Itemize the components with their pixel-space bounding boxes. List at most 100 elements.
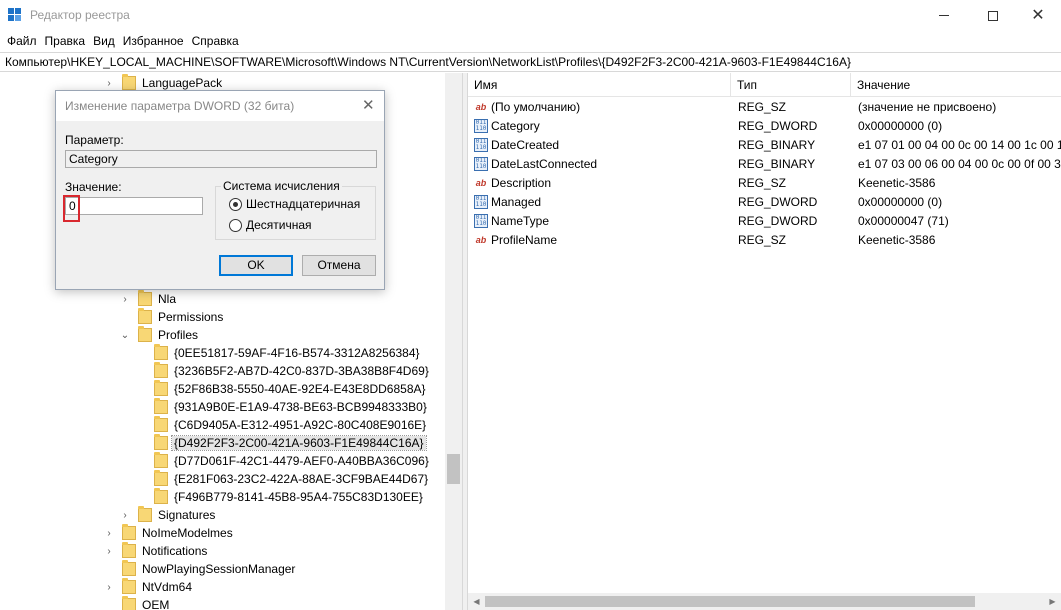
value-data: 0x00000000 (0) — [858, 195, 943, 209]
chevron-right-icon[interactable]: › — [120, 510, 130, 521]
folder-icon — [122, 524, 136, 540]
value-name: Managed — [491, 195, 542, 209]
tree-item-nla[interactable]: › Nla — [120, 290, 178, 308]
string-value-icon: ab — [475, 178, 487, 188]
column-header-name[interactable]: Имя — [468, 73, 731, 97]
value-row[interactable]: ab (По умолчанию) REG_SZ (значение не пр… — [468, 98, 1061, 117]
tree-item-profiles[interactable]: ⌄ Profiles — [120, 326, 200, 344]
value-name: DateLastConnected — [491, 157, 598, 171]
menu-file[interactable]: Файл — [3, 34, 41, 48]
value-row[interactable]: 011 110 DateLastConnected REG_BINARY e1 0… — [468, 155, 1061, 174]
tree-item-profile-key[interactable]: {E281F063-23C2-422A-88AE-3CF9BAE44D67} — [136, 470, 430, 488]
radio-unchecked-icon — [229, 218, 242, 232]
values-list[interactable]: Имя Тип Значение ab (По умолчанию) REG_S… — [468, 73, 1061, 610]
tree-item-profile-key[interactable]: {D77D061F-42C1-4479-AEF0-A40BBA36C096} — [136, 452, 431, 470]
tree-item-profile-key[interactable]: {0EE51817-59AF-4F16-B574-3312A8256384} — [136, 344, 422, 362]
value-type: REG_BINARY — [738, 138, 816, 152]
tree-item-profile-key[interactable]: {52F86B38-5550-40AE-92E4-E43E8DD6858A} — [136, 380, 428, 398]
string-value-icon: ab — [475, 235, 487, 245]
chevron-down-icon[interactable]: ⌄ — [120, 330, 130, 341]
value-name: DateCreated — [491, 138, 560, 152]
menu-favorites[interactable]: Избранное — [119, 34, 188, 48]
chevron-right-icon[interactable]: › — [120, 294, 130, 305]
folder-icon — [138, 308, 152, 324]
edit-dword-dialog: Изменение параметра DWORD (32 бита) ✕ Па… — [55, 90, 385, 290]
parameter-label: Параметр: — [65, 133, 124, 147]
tree-item-profile-key[interactable]: {3236B5F2-AB7D-42C0-837D-3BA38B8F4D69} — [136, 362, 431, 380]
value-row[interactable]: 011 110 NameType REG_DWORD 0x00000047 (71… — [468, 212, 1061, 231]
address-bar[interactable]: Компьютер\HKEY_LOCAL_MACHINE\SOFTWARE\Mi… — [0, 52, 1061, 72]
list-scrollbar-thumb[interactable] — [485, 596, 975, 607]
folder-icon — [154, 398, 168, 414]
binary-value-icon: 011 110 — [474, 119, 488, 133]
dialog-title: Изменение параметра DWORD (32 бита) — [65, 99, 295, 113]
folder-icon — [122, 74, 136, 90]
value-type: REG_DWORD — [738, 195, 818, 209]
value-name: Description — [491, 176, 552, 190]
value-name: ProfileName — [491, 233, 558, 247]
ok-button[interactable]: OK — [219, 255, 293, 276]
value-type: REG_DWORD — [738, 119, 818, 133]
value-row[interactable]: 011 110 Category REG_DWORD 0x00000000 (0) — [468, 117, 1061, 136]
list-header: Имя Тип Значение — [468, 73, 1061, 97]
scroll-right-icon[interactable]: ▶ — [1044, 593, 1061, 610]
tree-item-profile-key[interactable]: {C6D9405A-E312-4951-A92C-80C408E9016E} — [136, 416, 428, 434]
folder-icon — [154, 452, 168, 468]
dialog-title-bar: Изменение параметра DWORD (32 бита) ✕ — [56, 91, 384, 121]
chevron-right-icon[interactable]: › — [104, 582, 114, 593]
tree-item-ntvdm64[interactable]: › NtVdm64 — [104, 578, 194, 596]
menu-bar: Файл Правка Вид Избранное Справка — [0, 31, 1061, 51]
folder-icon — [122, 578, 136, 594]
list-horizontal-scrollbar[interactable]: ◀ ▶ — [468, 593, 1061, 610]
minimize-icon — [939, 15, 949, 16]
folder-icon — [122, 560, 136, 576]
menu-edit[interactable]: Правка — [41, 34, 90, 48]
tree-item-notifications[interactable]: › Notifications — [104, 542, 209, 560]
menu-view[interactable]: Вид — [89, 34, 119, 48]
chevron-right-icon[interactable]: › — [104, 546, 114, 557]
cancel-button[interactable]: Отмена — [302, 255, 376, 276]
chevron-right-icon[interactable]: › — [104, 78, 114, 89]
value-data: 0x00000000 (0) — [858, 119, 943, 133]
value-name: Category — [491, 119, 540, 133]
close-button[interactable]: ✕ — [1015, 0, 1061, 31]
tree-item-profile-key[interactable]: {F496B779-8141-45B8-95A4-755C83D130EE} — [136, 488, 425, 506]
scroll-left-icon[interactable]: ◀ — [468, 593, 485, 610]
radio-hexadecimal[interactable]: Шестнадцатеричная — [229, 197, 360, 211]
tree-item-profile-key-selected[interactable]: {D492F2F3-2C00-421A-9603-F1E49844C16A} — [136, 434, 427, 452]
radio-checked-icon — [229, 197, 242, 211]
value-data-input[interactable]: 0 — [65, 197, 203, 215]
value-row[interactable]: 011 110 Managed REG_DWORD 0x00000000 (0) — [468, 193, 1061, 212]
window-title: Редактор реестра — [30, 8, 130, 22]
folder-icon — [154, 416, 168, 432]
chevron-right-icon[interactable]: › — [104, 528, 114, 539]
value-row[interactable]: ab Description REG_SZ Keenetic-3586 — [468, 174, 1061, 193]
minimize-button[interactable] — [921, 0, 967, 31]
tree-item-profile-key[interactable]: {931A9B0E-E1A9-4738-BE63-BCB9948333B0} — [136, 398, 429, 416]
tree-item-permissions[interactable]: Permissions — [120, 308, 225, 326]
value-row[interactable]: 011 110 DateCreated REG_BINARY e1 07 01 0… — [468, 136, 1061, 155]
binary-value-icon: 011 110 — [474, 214, 488, 228]
tree-item-nowplaying[interactable]: NowPlayingSessionManager — [104, 560, 297, 578]
column-header-value[interactable]: Значение — [851, 73, 1061, 97]
value-data: 0x00000047 (71) — [858, 214, 949, 228]
tree-item-signatures[interactable]: › Signatures — [120, 506, 217, 524]
dialog-close-icon[interactable]: ✕ — [362, 96, 375, 114]
folder-icon — [122, 542, 136, 558]
tree-item-oem[interactable]: OEM — [104, 596, 171, 610]
base-group-label: Система исчисления — [221, 179, 342, 193]
column-header-type[interactable]: Тип — [731, 73, 851, 97]
folder-icon — [154, 470, 168, 486]
value-data: Keenetic-3586 — [858, 233, 936, 247]
tree-scrollbar[interactable] — [445, 73, 462, 610]
radio-decimal[interactable]: Десятичная — [229, 218, 312, 232]
folder-icon — [122, 596, 136, 610]
maximize-button[interactable] — [970, 0, 1016, 31]
value-name: (По умолчанию) — [491, 100, 581, 114]
tree-scrollbar-thumb[interactable] — [447, 454, 460, 484]
menu-help[interactable]: Справка — [188, 34, 243, 48]
folder-icon — [154, 380, 168, 396]
tree-item-noimemodelmes[interactable]: › NoImeModelmes — [104, 524, 235, 542]
value-row[interactable]: ab ProfileName REG_SZ Keenetic-3586 — [468, 231, 1061, 250]
parameter-name-field: Category — [65, 150, 377, 168]
